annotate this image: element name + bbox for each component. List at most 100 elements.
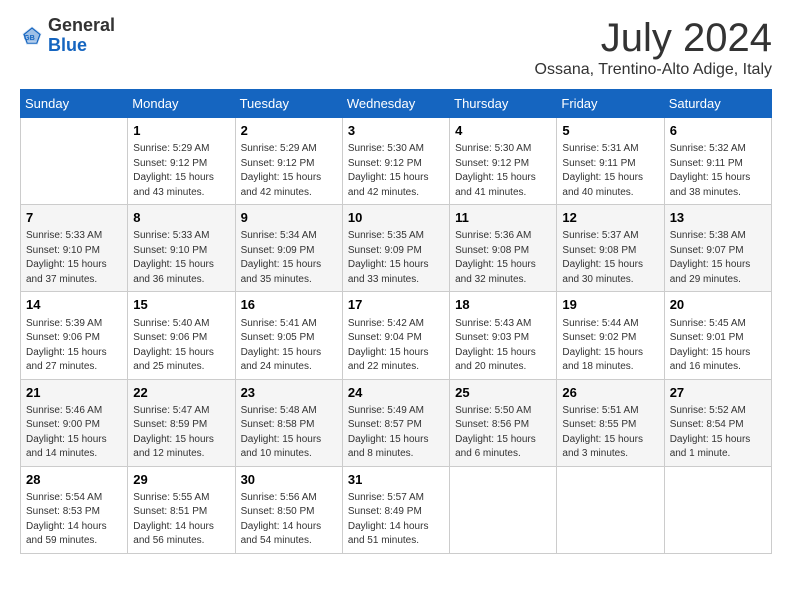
svg-text:GB: GB [24,33,35,42]
day-number: 28 [26,471,122,489]
day-number: 27 [670,384,766,402]
day-info: Sunrise: 5:52 AMSunset: 8:54 PMDaylight:… [670,404,766,462]
logo-blue-text: Blue [48,35,87,55]
day-info: Sunrise: 5:41 AMSunset: 9:05 PMDaylight:… [241,317,337,375]
day-number: 9 [241,209,337,227]
day-cell: 29 Sunrise: 5:55 AMSunset: 8:51 PMDayligh… [128,466,235,553]
day-number: 23 [241,384,337,402]
day-info: Sunrise: 5:29 AMSunset: 9:12 PMDaylight:… [241,142,337,200]
day-cell [450,466,557,553]
day-cell: 31 Sunrise: 5:57 AMSunset: 8:49 PMDayligh… [342,466,449,553]
day-info: Sunrise: 5:30 AMSunset: 9:12 PMDaylight:… [348,142,444,200]
day-number: 26 [562,384,658,402]
day-info: Sunrise: 5:50 AMSunset: 8:56 PMDaylight:… [455,404,551,462]
day-number: 29 [133,471,229,489]
day-number: 6 [670,122,766,140]
day-info: Sunrise: 5:51 AMSunset: 8:55 PMDaylight:… [562,404,658,462]
day-number: 4 [455,122,551,140]
week-row-3: 14 Sunrise: 5:39 AMSunset: 9:06 PMDayligh… [21,292,772,379]
day-number: 7 [26,209,122,227]
day-cell: 14 Sunrise: 5:39 AMSunset: 9:06 PMDayligh… [21,292,128,379]
logo-icon: GB [20,24,44,48]
logo: GB General Blue [20,16,115,56]
header: GB General Blue July 2024 Ossana, Trenti… [20,16,772,79]
day-cell: 23 Sunrise: 5:48 AMSunset: 8:58 PMDayligh… [235,379,342,466]
day-cell [21,118,128,205]
header-cell-tuesday: Tuesday [235,90,342,118]
day-info: Sunrise: 5:33 AMSunset: 9:10 PMDaylight:… [133,229,229,287]
day-number: 31 [348,471,444,489]
day-cell: 25 Sunrise: 5:50 AMSunset: 8:56 PMDayligh… [450,379,557,466]
day-info: Sunrise: 5:29 AMSunset: 9:12 PMDaylight:… [133,142,229,200]
day-info: Sunrise: 5:46 AMSunset: 9:00 PMDaylight:… [26,404,122,462]
week-row-2: 7 Sunrise: 5:33 AMSunset: 9:10 PMDaylight… [21,205,772,292]
day-number: 30 [241,471,337,489]
week-row-4: 21Sunrise: 5:46 AMSunset: 9:00 PMDayligh… [21,379,772,466]
day-cell: 21Sunrise: 5:46 AMSunset: 9:00 PMDayligh… [21,379,128,466]
day-info: Sunrise: 5:57 AMSunset: 8:49 PMDaylight:… [348,491,444,549]
day-info: Sunrise: 5:37 AMSunset: 9:08 PMDaylight:… [562,229,658,287]
day-cell: 16 Sunrise: 5:41 AMSunset: 9:05 PMDayligh… [235,292,342,379]
day-number: 25 [455,384,551,402]
day-cell: 13Sunrise: 5:38 AMSunset: 9:07 PMDayligh… [664,205,771,292]
day-number: 22 [133,384,229,402]
day-cell: 15Sunrise: 5:40 AMSunset: 9:06 PMDayligh… [128,292,235,379]
day-info: Sunrise: 5:48 AMSunset: 8:58 PMDaylight:… [241,404,337,462]
day-cell: 26 Sunrise: 5:51 AMSunset: 8:55 PMDayligh… [557,379,664,466]
day-number: 19 [562,296,658,314]
day-info: Sunrise: 5:38 AMSunset: 9:07 PMDaylight:… [670,229,766,287]
day-number: 24 [348,384,444,402]
location-title: Ossana, Trentino-Alto Adige, Italy [535,61,772,79]
day-number: 12 [562,209,658,227]
day-cell [664,466,771,553]
day-number: 11 [455,209,551,227]
day-number: 17 [348,296,444,314]
day-number: 1 [133,122,229,140]
header-cell-wednesday: Wednesday [342,90,449,118]
day-cell: 2 Sunrise: 5:29 AMSunset: 9:12 PMDaylight… [235,118,342,205]
day-number: 8 [133,209,229,227]
day-cell: 22 Sunrise: 5:47 AMSunset: 8:59 PMDayligh… [128,379,235,466]
day-cell: 10 Sunrise: 5:35 AMSunset: 9:09 PMDayligh… [342,205,449,292]
day-cell: 6Sunrise: 5:32 AMSunset: 9:11 PMDaylight… [664,118,771,205]
day-info: Sunrise: 5:34 AMSunset: 9:09 PMDaylight:… [241,229,337,287]
day-info: Sunrise: 5:31 AMSunset: 9:11 PMDaylight:… [562,142,658,200]
day-cell: 19 Sunrise: 5:44 AMSunset: 9:02 PMDayligh… [557,292,664,379]
day-info: Sunrise: 5:55 AMSunset: 8:51 PMDaylight:… [133,491,229,549]
day-number: 20 [670,296,766,314]
day-cell: 24Sunrise: 5:49 AMSunset: 8:57 PMDayligh… [342,379,449,466]
day-cell: 1 Sunrise: 5:29 AMSunset: 9:12 PMDaylight… [128,118,235,205]
day-info: Sunrise: 5:42 AMSunset: 9:04 PMDaylight:… [348,317,444,375]
day-cell: 30Sunrise: 5:56 AMSunset: 8:50 PMDayligh… [235,466,342,553]
day-cell: 11Sunrise: 5:36 AMSunset: 9:08 PMDayligh… [450,205,557,292]
day-cell: 18 Sunrise: 5:43 AMSunset: 9:03 PMDayligh… [450,292,557,379]
day-cell: 20 Sunrise: 5:45 AMSunset: 9:01 PMDayligh… [664,292,771,379]
title-block: July 2024 Ossana, Trentino-Alto Adige, I… [535,16,772,79]
day-info: Sunrise: 5:30 AMSunset: 9:12 PMDaylight:… [455,142,551,200]
day-number: 5 [562,122,658,140]
month-title: July 2024 [535,16,772,61]
day-number: 18 [455,296,551,314]
day-number: 15 [133,296,229,314]
day-cell: 8 Sunrise: 5:33 AMSunset: 9:10 PMDaylight… [128,205,235,292]
day-number: 10 [348,209,444,227]
day-info: Sunrise: 5:54 AMSunset: 8:53 PMDaylight:… [26,491,122,549]
day-info: Sunrise: 5:45 AMSunset: 9:01 PMDaylight:… [670,317,766,375]
day-info: Sunrise: 5:43 AMSunset: 9:03 PMDaylight:… [455,317,551,375]
day-info: Sunrise: 5:47 AMSunset: 8:59 PMDaylight:… [133,404,229,462]
day-cell: 17 Sunrise: 5:42 AMSunset: 9:04 PMDayligh… [342,292,449,379]
logo-general-text: General [48,15,115,35]
week-row-1: 1 Sunrise: 5:29 AMSunset: 9:12 PMDaylight… [21,118,772,205]
day-info: Sunrise: 5:35 AMSunset: 9:09 PMDaylight:… [348,229,444,287]
day-number: 14 [26,296,122,314]
day-number: 16 [241,296,337,314]
day-cell: 5 Sunrise: 5:31 AMSunset: 9:11 PMDaylight… [557,118,664,205]
header-cell-saturday: Saturday [664,90,771,118]
day-info: Sunrise: 5:39 AMSunset: 9:06 PMDaylight:… [26,317,122,375]
day-cell: 12 Sunrise: 5:37 AMSunset: 9:08 PMDayligh… [557,205,664,292]
day-number: 2 [241,122,337,140]
day-info: Sunrise: 5:44 AMSunset: 9:02 PMDaylight:… [562,317,658,375]
day-cell: 9 Sunrise: 5:34 AMSunset: 9:09 PMDaylight… [235,205,342,292]
calendar-table: SundayMondayTuesdayWednesdayThursdayFrid… [20,89,772,554]
day-cell: 3Sunrise: 5:30 AMSunset: 9:12 PMDaylight… [342,118,449,205]
